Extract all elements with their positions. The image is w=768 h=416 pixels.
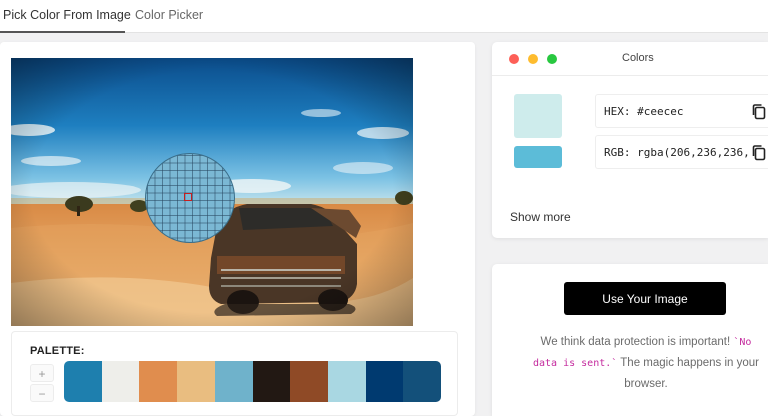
data-protection-text-end: The magic happens in your browser. [617, 357, 759, 390]
window-header: Colors [492, 42, 768, 76]
close-window-icon[interactable] [509, 54, 519, 64]
palette-zoom-in-button[interactable]: + [30, 364, 54, 382]
palette-title: PALETTE: [30, 345, 85, 357]
tab-color-picker[interactable]: Color Picker [135, 0, 203, 33]
show-more-link[interactable]: Show more [510, 210, 571, 224]
upload-panel: Use Your Image We think data protection … [492, 264, 768, 416]
palette-swatch[interactable] [327, 361, 366, 402]
palette-swatches [64, 361, 441, 402]
palette-swatch[interactable] [101, 361, 140, 402]
palette-swatch[interactable] [252, 361, 291, 402]
palette-swatch[interactable] [177, 361, 215, 402]
palette-swatch[interactable] [365, 361, 404, 402]
secondary-color-swatch[interactable] [514, 146, 562, 168]
selected-pixel-marker [184, 193, 192, 201]
palette-zoom-out-button[interactable]: − [30, 384, 54, 402]
color-picker-magnifier[interactable] [145, 153, 235, 243]
colors-window: Colors HEX: #ceecec RGB: rgba(206,236,23… [492, 42, 768, 238]
tab-pick-color-from-image[interactable]: Pick Color From Image [0, 0, 131, 33]
palette-swatch[interactable] [64, 361, 102, 402]
copy-rgb-icon[interactable] [751, 144, 767, 162]
data-protection-text: We think data protection is important! `… [530, 332, 762, 395]
maximize-window-icon[interactable] [547, 54, 557, 64]
rgb-value-field[interactable]: RGB: rgba(206,236,236, [595, 135, 768, 169]
data-protection-text-start: We think data protection is important! [540, 336, 734, 348]
hex-value-text: HEX: #ceecec [604, 105, 684, 118]
palette-swatch[interactable] [403, 361, 441, 402]
rgb-value-text: RGB: rgba(206,236,236, [604, 146, 750, 159]
selected-color-swatch [514, 94, 562, 138]
palette-swatch[interactable] [290, 361, 328, 402]
window-title: Colors [622, 52, 654, 64]
palette-panel: PALETTE: + − [11, 331, 458, 416]
minimize-window-icon[interactable] [528, 54, 538, 64]
use-your-image-button[interactable]: Use Your Image [564, 282, 726, 315]
tab-bar: Pick Color From Image Color Picker [0, 0, 768, 33]
palette-swatch[interactable] [139, 361, 178, 402]
palette-swatch[interactable] [214, 361, 253, 402]
hex-value-field[interactable]: HEX: #ceecec [595, 94, 768, 128]
copy-hex-icon[interactable] [751, 103, 767, 121]
